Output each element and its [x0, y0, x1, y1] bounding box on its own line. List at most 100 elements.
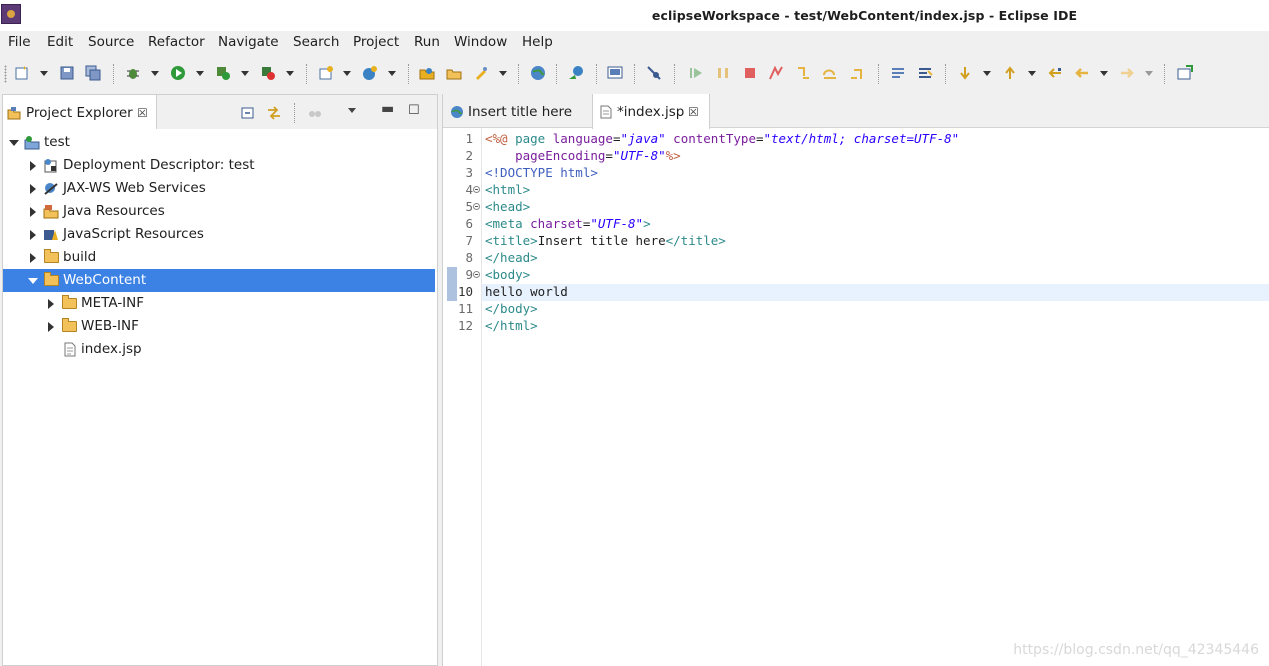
expand-arrow-icon[interactable]	[30, 184, 36, 194]
debug-dropdown-icon[interactable]	[151, 71, 159, 76]
code-line-7[interactable]: <title>Insert title here</title>	[485, 233, 726, 248]
run-dropdown-icon[interactable]	[196, 71, 204, 76]
suspend-icon[interactable]	[715, 65, 731, 81]
tree-item-test[interactable]: test	[3, 131, 435, 154]
expand-arrow-icon[interactable]	[48, 299, 54, 309]
code-line-11[interactable]: </body>	[485, 301, 538, 316]
tab-index-jsp[interactable]: *index.jsp ☒	[592, 94, 710, 129]
open-type-icon[interactable]	[419, 65, 435, 81]
menu-project[interactable]: Project	[353, 34, 399, 50]
close-icon[interactable]: ☒	[137, 106, 148, 120]
new-web-project-icon[interactable]	[318, 65, 334, 81]
menu-file[interactable]: File	[8, 34, 31, 50]
code-line-3[interactable]: <!DOCTYPE html>	[485, 165, 598, 180]
new-dropdown-icon[interactable]	[40, 71, 48, 76]
tree-item-web-inf[interactable]: WEB-INF	[3, 315, 435, 338]
new-icon[interactable]	[14, 65, 30, 81]
expand-arrow-icon[interactable]	[30, 253, 36, 263]
tree-item-java-resources[interactable]: Java Resources	[3, 200, 435, 223]
back-icon[interactable]	[1074, 65, 1090, 81]
code-line-1[interactable]: <%@ page language="java" contentType="te…	[485, 131, 959, 146]
previous-annotation-dropdown-icon[interactable]	[1028, 71, 1036, 76]
search-dropdown-icon[interactable]	[499, 71, 507, 76]
menu-edit[interactable]: Edit	[47, 34, 73, 50]
debug-icon[interactable]	[125, 65, 141, 81]
tree-item-javascript-resources[interactable]: JavaScript Resources	[3, 223, 435, 246]
console-icon[interactable]	[607, 65, 623, 81]
open-perspective-icon[interactable]	[1177, 65, 1193, 81]
tree-item-build[interactable]: build	[3, 246, 435, 269]
code-line-2[interactable]: pageEncoding="UTF-8"%>	[485, 148, 681, 163]
code-line-8[interactable]: </head>	[485, 250, 538, 265]
step-over-icon[interactable]	[822, 65, 838, 81]
code-line-4[interactable]: <html>	[485, 182, 530, 197]
fold-toggle-icon[interactable]	[473, 271, 480, 278]
server-run-icon[interactable]	[568, 65, 584, 81]
back-dropdown-icon[interactable]	[1100, 71, 1108, 76]
close-icon[interactable]: ☒	[688, 105, 699, 119]
menu-navigate[interactable]: Navigate	[218, 34, 279, 50]
use-step-filters-icon[interactable]	[917, 65, 933, 81]
resume-icon[interactable]	[688, 65, 704, 81]
step-into-icon[interactable]	[795, 65, 811, 81]
coverage-dropdown-icon[interactable]	[241, 71, 249, 76]
open-resource-icon[interactable]	[446, 65, 462, 81]
collapse-all-icon[interactable]	[240, 105, 256, 121]
drop-to-frame-icon[interactable]	[890, 65, 906, 81]
new-class-dropdown-icon[interactable]	[388, 71, 396, 76]
menu-refactor[interactable]: Refactor	[148, 34, 205, 50]
menu-run[interactable]: Run	[414, 34, 440, 50]
menu-help[interactable]: Help	[522, 34, 553, 50]
coverage-icon[interactable]	[215, 65, 231, 81]
project-explorer-tab[interactable]: Project Explorer ☒	[3, 95, 157, 129]
code-line-12[interactable]: </html>	[485, 318, 538, 333]
previous-annotation-icon[interactable]	[1002, 65, 1018, 81]
expand-arrow-icon[interactable]	[48, 322, 54, 332]
tree-item-index-jsp[interactable]: index.jsp	[3, 338, 435, 361]
tree-item-meta-inf[interactable]: META-INF	[3, 292, 435, 315]
next-annotation-dropdown-icon[interactable]	[983, 71, 991, 76]
next-annotation-icon[interactable]	[957, 65, 973, 81]
tree-item-jax-ws[interactable]: JAX-WS Web Services	[3, 177, 435, 200]
expand-arrow-icon[interactable]	[30, 230, 36, 240]
new-class-icon[interactable]	[362, 65, 378, 81]
expand-arrow-icon[interactable]	[30, 207, 36, 217]
expand-arrow-icon[interactable]	[28, 278, 38, 284]
tab-label: *index.jsp	[617, 104, 685, 120]
minimize-icon[interactable]: ▬	[381, 101, 394, 117]
toolbar-grip[interactable]	[4, 65, 7, 83]
code-line-5[interactable]: <head>	[485, 199, 530, 214]
skip-breakpoints-icon[interactable]	[646, 65, 662, 81]
save-all-icon[interactable]	[85, 65, 101, 81]
focus-icon[interactable]	[307, 105, 323, 121]
code-line-6[interactable]: <meta charset="UTF-8">	[485, 216, 651, 231]
view-menu-icon[interactable]	[348, 108, 356, 113]
forward-dropdown-icon[interactable]	[1145, 71, 1153, 76]
tree-item-webcontent[interactable]: WebContent	[3, 269, 435, 292]
menu-window[interactable]: Window	[454, 34, 507, 50]
menu-source[interactable]: Source	[88, 34, 134, 50]
code-line-10[interactable]: hello world	[485, 284, 568, 299]
external-tools-dropdown-icon[interactable]	[286, 71, 294, 76]
step-return-icon[interactable]	[849, 65, 865, 81]
maximize-icon[interactable]: ☐	[408, 103, 420, 118]
tree-item-deployment-descriptor[interactable]: Deployment Descriptor: test	[3, 154, 435, 177]
tab-insert-title-here[interactable]: Insert title here	[443, 94, 591, 128]
search-icon[interactable]	[473, 65, 489, 81]
terminate-icon[interactable]	[742, 65, 758, 81]
run-icon[interactable]	[170, 65, 186, 81]
expand-arrow-icon[interactable]	[30, 161, 36, 171]
last-edit-location-icon[interactable]	[1047, 65, 1063, 81]
expand-arrow-icon[interactable]	[9, 140, 19, 146]
disconnect-icon[interactable]	[768, 65, 784, 81]
menu-search[interactable]: Search	[293, 34, 339, 50]
forward-icon[interactable]	[1119, 65, 1135, 81]
new-web-dropdown-icon[interactable]	[343, 71, 351, 76]
code-line-9[interactable]: <body>	[485, 267, 530, 282]
fold-toggle-icon[interactable]	[473, 186, 480, 193]
fold-toggle-icon[interactable]	[473, 203, 480, 210]
save-icon[interactable]	[59, 65, 75, 81]
external-tools-icon[interactable]	[260, 65, 276, 81]
link-with-editor-icon[interactable]	[266, 105, 282, 121]
globe-icon[interactable]	[530, 65, 546, 81]
